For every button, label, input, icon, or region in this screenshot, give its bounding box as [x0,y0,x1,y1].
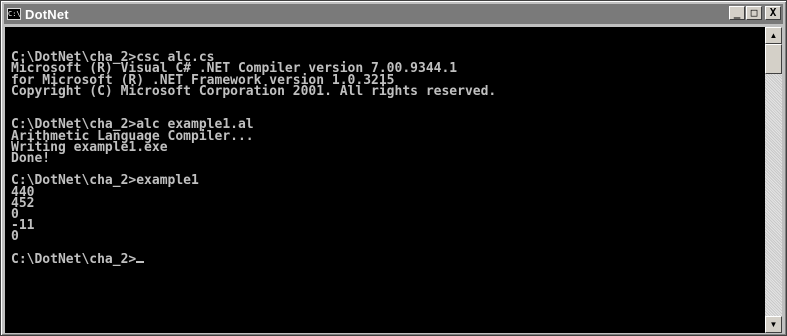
minimize-button[interactable]: _ [729,6,745,20]
console-text: C:\DotNet\cha_2>csc alc.cs Microsoft (R)… [5,27,765,267]
maximize-button[interactable]: □ [746,6,762,20]
console-line: 0 [11,229,19,245]
scroll-down-button[interactable]: ▼ [765,316,782,333]
scroll-thumb[interactable] [765,44,782,74]
console-line: Done! [11,151,51,167]
console-line: Copyright (C) Microsoft Corporation 2001… [11,83,497,99]
console-icon[interactable]: C:\ [7,8,21,20]
vertical-scrollbar[interactable]: ▲ ▼ [765,27,782,333]
close-button[interactable]: X [765,6,781,20]
text-cursor [136,260,145,263]
scroll-track[interactable] [765,74,782,316]
console-line: C:\DotNet\cha_2>example1 [11,173,199,189]
window-controls: _ □ X [729,6,781,20]
console-line: C:\DotNet\cha_2> [11,251,137,267]
console-output-area[interactable]: C:\DotNet\cha_2>csc alc.cs Microsoft (R)… [5,27,765,333]
console-window: C:\ DotNet _ □ X C:\DotNet\cha_2>csc alc… [0,0,787,336]
scroll-up-button[interactable]: ▲ [765,27,782,44]
title-bar[interactable]: C:\ DotNet _ □ X [4,4,783,24]
window-title: DotNet [25,6,69,22]
